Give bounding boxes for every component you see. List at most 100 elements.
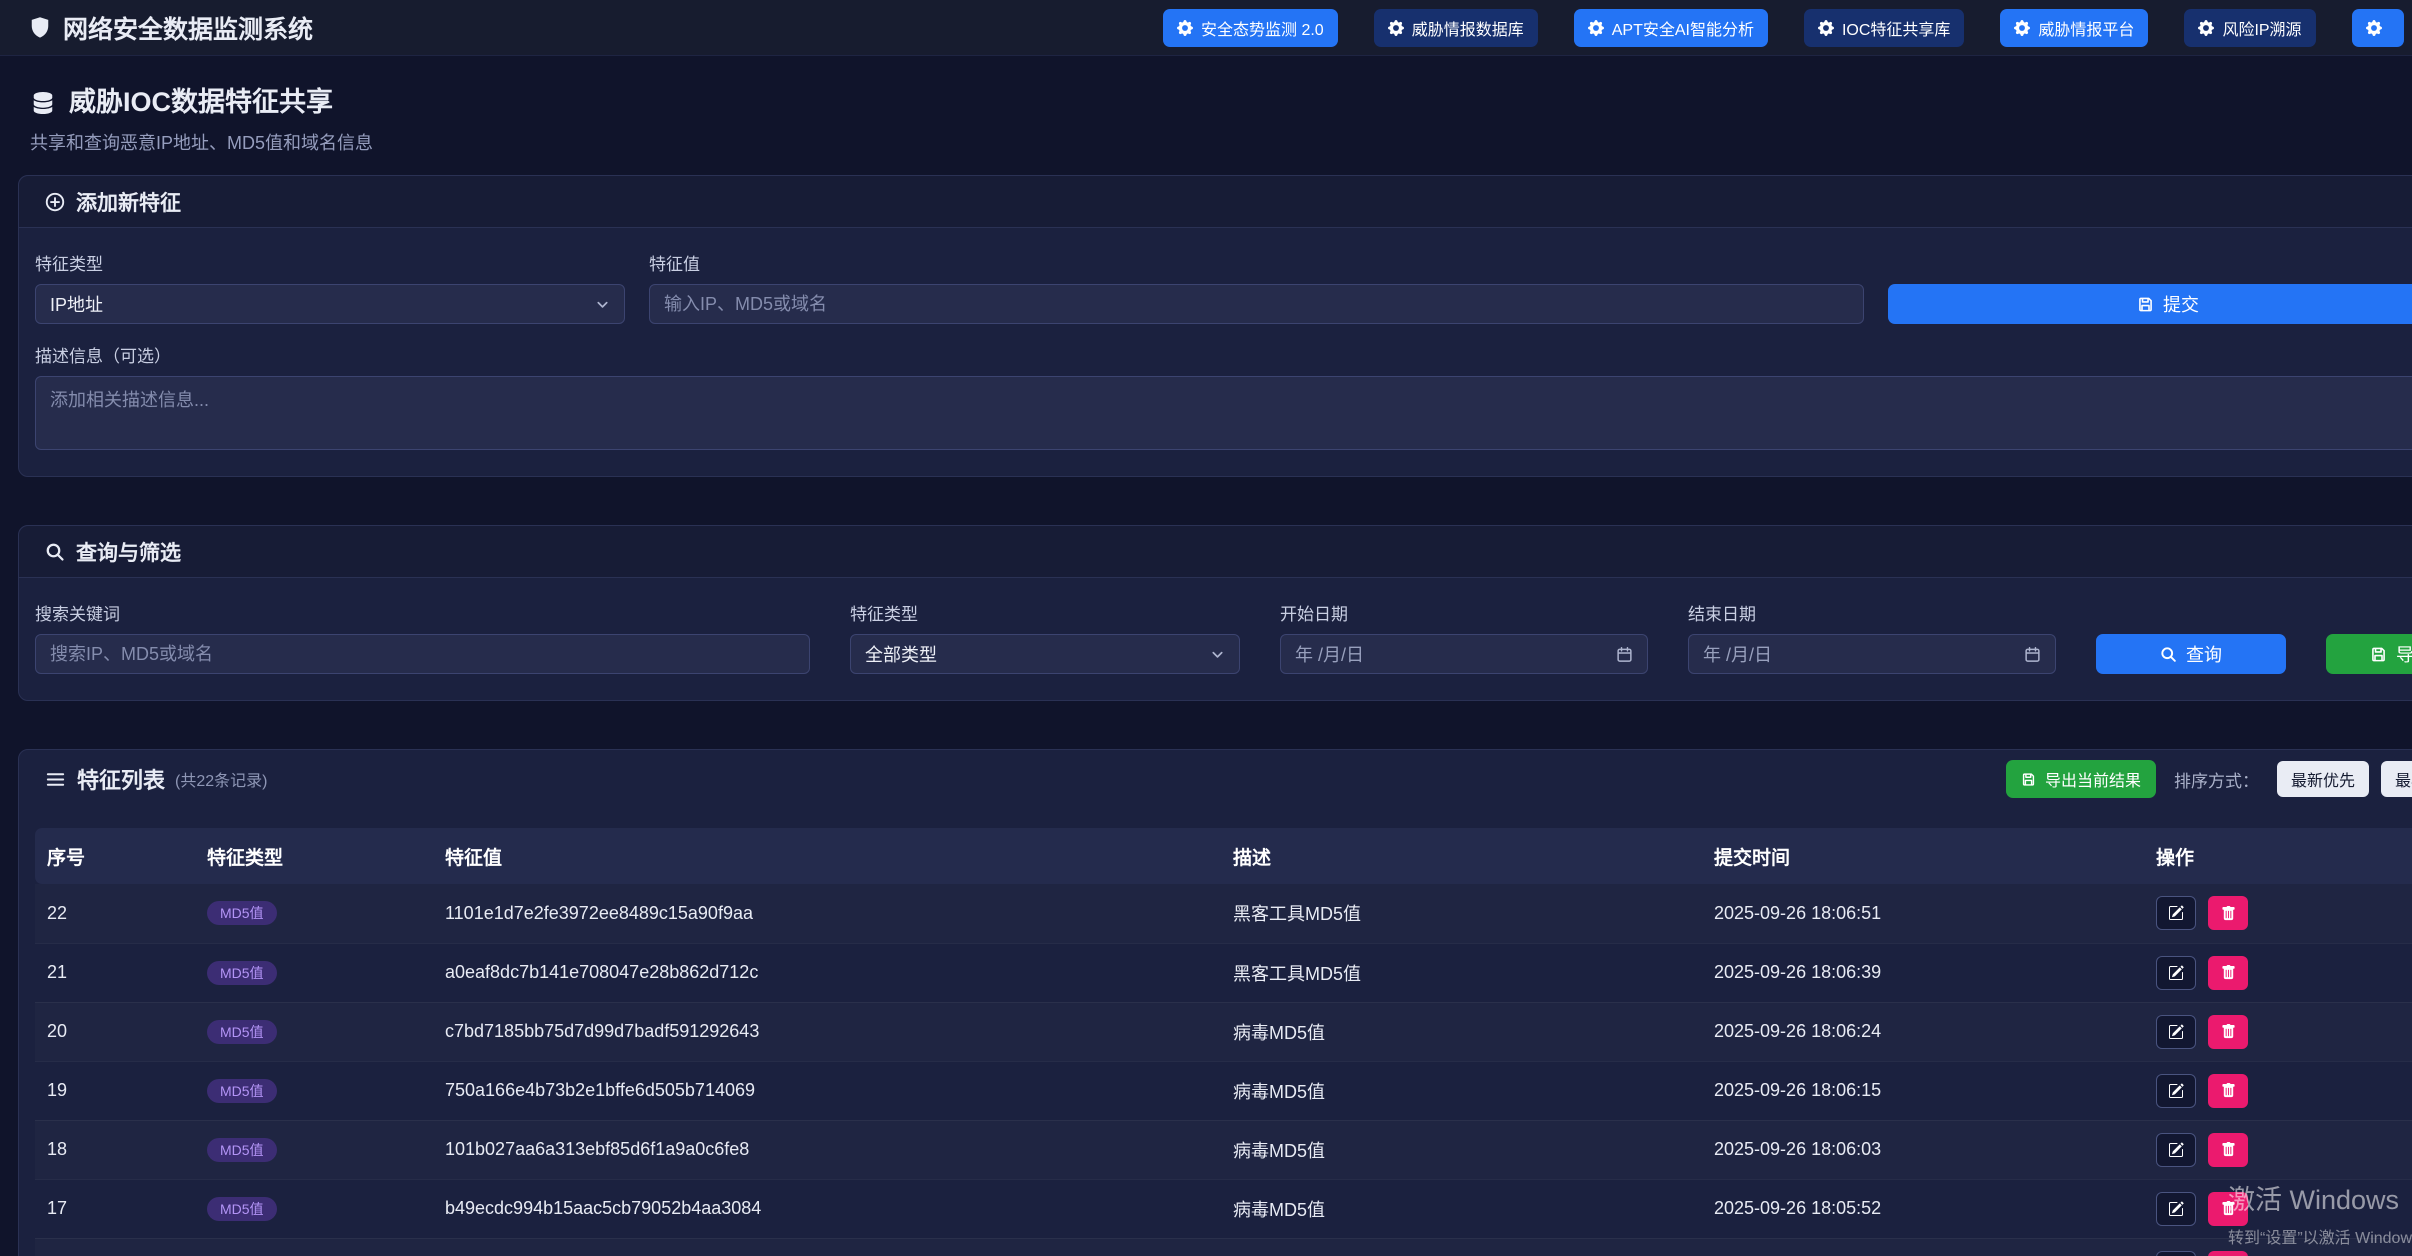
type-badge: MD5值 <box>207 901 277 925</box>
pencil-square-icon <box>2168 905 2184 921</box>
pencil-square-icon <box>2168 965 2184 981</box>
keyword-label: 搜索关键词 <box>35 600 810 625</box>
trash-icon <box>2221 1142 2236 1157</box>
export-results-button[interactable]: 导出当前结果 <box>2006 760 2156 798</box>
list-header-right: 导出当前结果 排序方式： 最新优先最早优先 <box>2006 760 2412 798</box>
delete-button[interactable] <box>2208 1015 2248 1049</box>
row-type-cell: MD5值 <box>195 1002 433 1061</box>
edit-button[interactable] <box>2156 1015 2196 1049</box>
export-button-label: 导出 <box>2396 641 2412 667</box>
row-value-cell: 1101e1d7e2fe3972ee8489c15a90f9aa <box>433 884 1221 943</box>
query-button[interactable]: 查询 <box>2096 634 2286 674</box>
row-actions-cell <box>2144 1179 2412 1238</box>
description-textarea[interactable] <box>35 376 2412 450</box>
edit-button[interactable] <box>2156 1133 2196 1167</box>
shield-icon <box>28 16 52 40</box>
start-date-input[interactable]: 年 /月/日 <box>1280 634 1648 674</box>
nav-button[interactable]: 威胁情报数据库 <box>1374 9 1538 47</box>
row-actions-cell <box>2144 1120 2412 1179</box>
row-time-cell: 2025-09-26 18:06:51 <box>1702 884 2144 943</box>
gear-icon <box>2014 20 2030 36</box>
feature-table: 序号 特征类型 特征值 描述 提交时间 操作 22 MD5值 1101e1d7e… <box>35 828 2412 1256</box>
submit-button[interactable]: 提交 <box>1888 284 2412 324</box>
row-time-cell: 2025-09-26 18:05:52 <box>1702 1179 2144 1238</box>
row-time-cell: 2025-09-26 18:04:49 <box>1702 1238 2144 1256</box>
trash-icon <box>2221 1024 2236 1039</box>
edit-button[interactable] <box>2156 1074 2196 1108</box>
list-card-header: 特征列表 (共22条记录) 导出当前结果 排序方式： 最新优先最早优先 <box>19 750 2412 808</box>
row-id-cell: 17 <box>35 1179 195 1238</box>
save-icon <box>2370 646 2387 663</box>
pencil-square-icon <box>2168 1142 2184 1158</box>
end-date-input[interactable]: 年 /月/日 <box>1688 634 2056 674</box>
chevron-down-icon <box>595 297 610 312</box>
row-desc-cell: 病毒MD5值 <box>1221 1120 1702 1179</box>
nav-button-label: 威胁情报数据库 <box>1412 16 1524 40</box>
filter-type-value: 全部类型 <box>865 641 937 667</box>
export-results-label: 导出当前结果 <box>2045 767 2141 791</box>
edit-button[interactable] <box>2156 1192 2196 1226</box>
delete-button[interactable] <box>2208 1074 2248 1108</box>
nav-button[interactable]: APT安全AI智能分析 <box>1574 9 1768 47</box>
filter-card-title: 查询与筛选 <box>76 537 181 567</box>
delete-button[interactable] <box>2208 1133 2248 1167</box>
sort-option-button[interactable]: 最新优先 <box>2277 761 2369 797</box>
nav-button[interactable] <box>2352 9 2404 47</box>
sort-option-button[interactable]: 最早优先 <box>2381 761 2412 797</box>
export-button[interactable]: 导出 <box>2326 634 2412 674</box>
feature-value-input[interactable] <box>649 284 1864 324</box>
feature-value-label: 特征值 <box>649 250 1864 275</box>
nav-button[interactable]: IOC特征共享库 <box>1804 9 1964 47</box>
calendar-icon <box>2024 646 2041 663</box>
feature-list-card: 特征列表 (共22条记录) 导出当前结果 排序方式： 最新优先最早优先 <box>18 749 2412 1256</box>
sort-label: 排序方式： <box>2174 767 2259 792</box>
row-value-cell: 43a7ef433907445bd1b4b742f77776ec <box>433 1238 1221 1256</box>
row-actions-cell <box>2144 943 2412 1002</box>
row-id-cell: 21 <box>35 943 195 1002</box>
delete-button[interactable] <box>2208 1192 2248 1226</box>
row-type-cell: MD5值 <box>195 1179 433 1238</box>
column-actions: 操作 <box>2144 828 2412 884</box>
row-id-cell: 16 <box>35 1238 195 1256</box>
nav-button-label: IOC特征共享库 <box>1842 16 1950 40</box>
main-content: 威胁IOC数据特征共享 共享和查询恶意IP地址、MD5值和域名信息 添加新特征 … <box>0 86 2412 1256</box>
row-type-cell: MD5值 <box>195 1061 433 1120</box>
type-badge: MD5值 <box>207 1079 277 1103</box>
add-card-header: 添加新特征 <box>19 176 2412 228</box>
table-row: 21 MD5值 a0eaf8dc7b141e708047e28b862d712c… <box>35 943 2412 1002</box>
nav-button-label: 威胁情报平台 <box>2038 16 2134 40</box>
filter-card: 查询与筛选 搜索关键词 特征类型 全部类型 <box>18 525 2412 701</box>
edit-button[interactable] <box>2156 1251 2196 1256</box>
submit-button-label: 提交 <box>2163 291 2199 317</box>
nav-button[interactable]: 威胁情报平台 <box>2000 9 2148 47</box>
nav-button[interactable]: 安全态势监测 2.0 <box>1163 9 1338 47</box>
column-type: 特征类型 <box>195 828 433 884</box>
search-icon <box>45 542 65 562</box>
filter-card-header: 查询与筛选 <box>19 526 2412 578</box>
row-id-cell: 22 <box>35 884 195 943</box>
row-actions-cell <box>2144 1238 2412 1256</box>
feature-table-body: 22 MD5值 1101e1d7e2fe3972ee8489c15a90f9aa… <box>35 884 2412 1256</box>
delete-button[interactable] <box>2208 1251 2248 1256</box>
type-badge: MD5值 <box>207 961 277 985</box>
row-value-cell: b49ecdc994b15aac5cb79052b4aa3084 <box>433 1179 1221 1238</box>
delete-button[interactable] <box>2208 896 2248 930</box>
feature-type-value: IP地址 <box>50 291 103 317</box>
table-row: 19 MD5值 750a166e4b73b2e1bffe6d505b714069… <box>35 1061 2412 1120</box>
plus-circle-icon <box>45 192 65 212</box>
gear-icon <box>1818 20 1834 36</box>
app-brand: 网络安全数据监测系统 <box>28 10 313 46</box>
edit-button[interactable] <box>2156 956 2196 990</box>
table-row: 18 MD5值 101b027aa6a313ebf85d6f1a9a0c6fe8… <box>35 1120 2412 1179</box>
nav-button[interactable]: 风险IP溯源 <box>2184 9 2315 47</box>
type-badge: MD5值 <box>207 1138 277 1162</box>
delete-button[interactable] <box>2208 956 2248 990</box>
row-type-cell: MD5值 <box>195 1120 433 1179</box>
row-time-cell: 2025-09-26 18:06:39 <box>1702 943 2144 1002</box>
edit-button[interactable] <box>2156 896 2196 930</box>
keyword-input[interactable] <box>35 634 810 674</box>
nav-button-label: 安全态势监测 2.0 <box>1201 16 1324 40</box>
chevron-down-icon <box>1210 647 1225 662</box>
feature-type-select[interactable]: IP地址 <box>35 284 625 324</box>
filter-type-select[interactable]: 全部类型 <box>850 634 1240 674</box>
